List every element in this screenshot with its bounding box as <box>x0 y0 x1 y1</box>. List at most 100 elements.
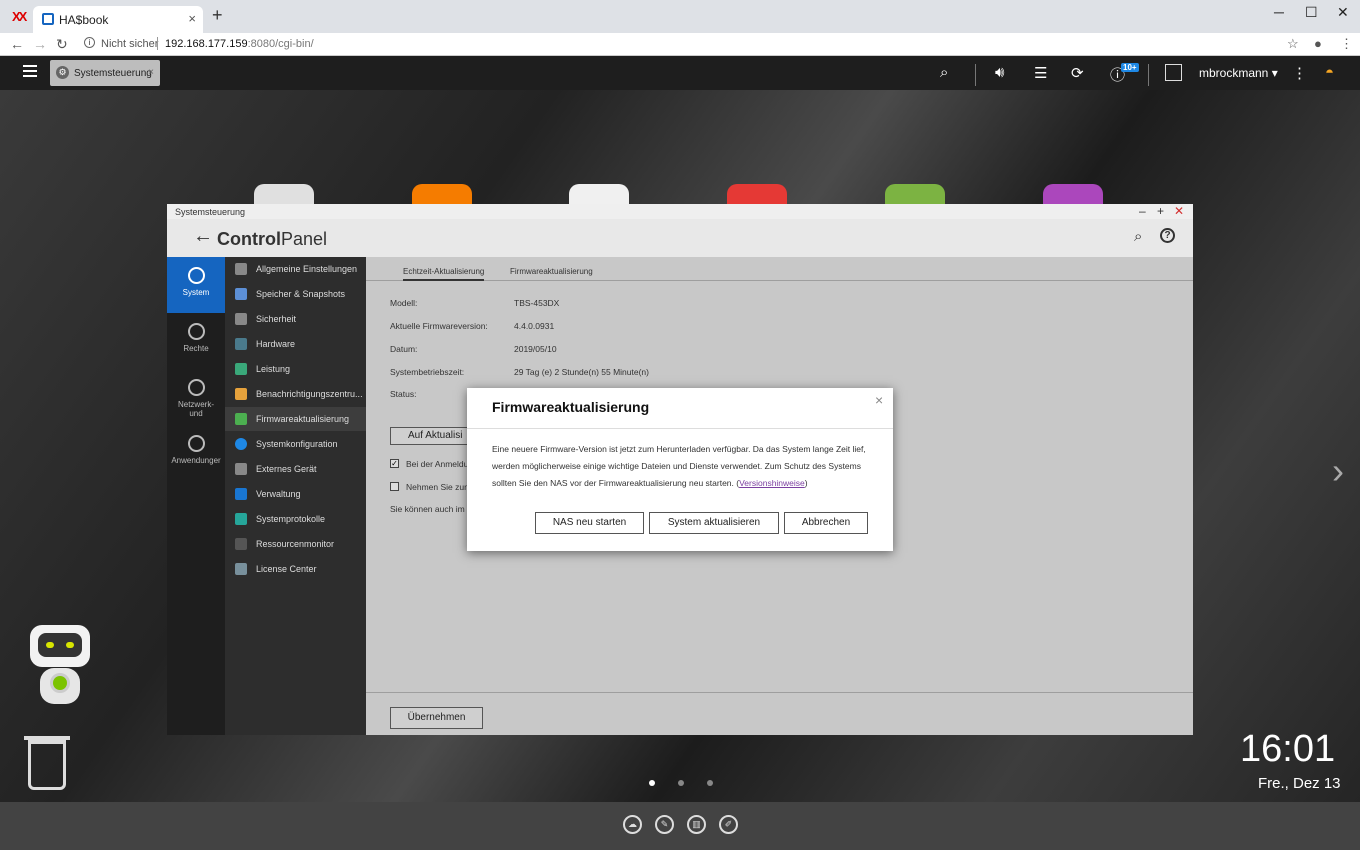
external-device-icon <box>235 463 247 475</box>
help-icon[interactable]: ? <box>1160 228 1175 243</box>
participate-checkbox[interactable] <box>390 482 399 491</box>
sync-icon[interactable]: ⟳ <box>1071 64 1084 82</box>
nav-applications[interactable]: Anwendunger <box>167 425 225 481</box>
menu-item-label: Verwaltung <box>256 489 301 499</box>
update-system-button[interactable]: System aktualisieren <box>649 512 779 534</box>
menu-item[interactable]: Benachrichtigungszentru... <box>225 382 366 406</box>
forward-arrow-icon[interactable]: → <box>33 36 47 52</box>
page-dot[interactable] <box>707 780 713 786</box>
menu-item[interactable]: Externes Gerät <box>225 457 366 481</box>
menu-item-label: Systemprotokolle <box>256 514 326 524</box>
notification-count-badge: 10+ <box>1121 63 1139 72</box>
dialog-close-icon[interactable]: × <box>875 392 883 408</box>
back-arrow-icon[interactable]: ← <box>193 225 213 248</box>
page-dot[interactable] <box>678 780 684 786</box>
robot-core <box>50 673 70 693</box>
tab-firmware-update[interactable]: Firmwareaktualisierung <box>510 267 593 276</box>
url-field[interactable]: 192.168.177.159:8080/cgi-bin/ <box>165 38 314 50</box>
notification-icon <box>235 388 247 400</box>
info-label: Aktuelle Firmwareversion: <box>390 321 488 331</box>
nav-network[interactable]: Netzwerk- und <box>167 369 225 425</box>
menu-item-label: Ressourcenmonitor <box>256 539 335 549</box>
browser-menu-icon[interactable]: ⋮ <box>1340 36 1353 52</box>
menu-item[interactable]: License Center <box>225 557 366 581</box>
general-settings-icon <box>235 263 247 275</box>
checkbox-label: Bei der Anmeldu <box>406 459 469 469</box>
menu-item[interactable]: Systemprotokolle <box>225 507 366 531</box>
dashboard-gauge-icon[interactable]: ◓ <box>1325 64 1334 81</box>
nav-system[interactable]: System <box>167 257 225 313</box>
menu-item[interactable]: Allgemeine Einstellungen <box>225 257 366 281</box>
username-menu[interactable]: mbrockmann ▾ <box>1199 66 1278 80</box>
dialog-title: Firmwareaktualisierung <box>492 399 650 415</box>
maximize-window-button[interactable]: ☐ <box>1305 4 1318 21</box>
profile-icon[interactable]: ● <box>1314 36 1322 51</box>
info-label: Datum: <box>390 344 418 354</box>
window-maximize-button[interactable]: + <box>1157 204 1164 218</box>
url-host: 192.168.177.159 <box>165 38 248 50</box>
info-icon[interactable]: i <box>84 37 95 48</box>
menu-item[interactable]: Systemkonfiguration <box>225 432 366 456</box>
menu-item[interactable]: Hardware <box>225 332 366 356</box>
gear-icon: ⚙ <box>56 66 69 79</box>
browser-logo-icon[interactable]: XX <box>12 9 27 24</box>
auto-check-checkbox[interactable]: ✓ <box>390 459 399 468</box>
new-tab-button[interactable]: + <box>212 5 223 26</box>
star-icon[interactable]: ☆ <box>1287 36 1299 52</box>
gear-icon <box>187 267 205 284</box>
more-options-icon[interactable]: ⋮ <box>1292 64 1307 82</box>
menu-item[interactable]: Verwaltung <box>225 482 366 506</box>
nav-label: Anwendunger <box>171 456 221 465</box>
minimize-window-button[interactable]: ─ <box>1274 4 1284 20</box>
user-icon[interactable] <box>1165 64 1182 81</box>
apply-button[interactable]: Übernehmen <box>390 707 483 729</box>
trash-icon[interactable] <box>28 740 66 790</box>
release-notes-link[interactable]: Versionshinweise <box>739 478 805 488</box>
menu-item-label: Hardware <box>256 339 296 349</box>
nav-privileges[interactable]: Rechte <box>167 313 225 369</box>
main-menu-icon[interactable] <box>23 65 37 80</box>
divider <box>975 64 976 86</box>
title-bold: Control <box>217 229 281 249</box>
log-icon <box>235 513 247 525</box>
reload-icon[interactable]: ↻ <box>56 36 68 53</box>
app-tab-systemsteuerung[interactable]: ⚙ Systemsteuerung × <box>50 60 160 86</box>
url-path: :8080/cgi-bin/ <box>247 38 314 50</box>
resource-monitor-icon <box>235 538 247 550</box>
menu-item-label: Externes Gerät <box>256 464 317 474</box>
restart-nas-button[interactable]: NAS neu starten <box>535 512 644 534</box>
next-page-arrow-icon[interactable]: › <box>1332 450 1344 492</box>
close-app-tab-icon[interactable]: × <box>148 67 154 78</box>
window-close-button[interactable]: ✕ <box>1174 204 1184 218</box>
close-tab-icon[interactable]: × <box>188 11 196 26</box>
tasks-stack-icon[interactable]: ☰ <box>1034 64 1047 82</box>
edit-note-icon[interactable]: ✐ <box>719 815 738 834</box>
search-icon[interactable]: ⌕ <box>940 64 948 81</box>
volume-icon[interactable]: 🔊︎ <box>995 64 1004 81</box>
menu-item[interactable]: Speicher & Snapshots <box>225 282 366 306</box>
info-value: TBS-453DX <box>514 298 560 308</box>
cloud-icon[interactable]: ☁ <box>623 815 642 834</box>
search-icon[interactable]: ⌕ <box>1134 228 1142 245</box>
menu-item-active[interactable]: Firmwareaktualisierung <box>225 407 366 431</box>
window-title-bar[interactable]: Systemsteuerung ‒ + ✕ <box>167 204 1193 219</box>
book-icon[interactable]: ▥ <box>687 815 706 834</box>
page-dot-active[interactable] <box>649 780 655 786</box>
menu-item-label: Firmwareaktualisierung <box>256 414 350 424</box>
window-minimize-button[interactable]: ‒ <box>1139 204 1146 218</box>
back-arrow-icon[interactable]: ← <box>10 36 24 52</box>
tab-realtime-update[interactable]: Echtzeit-Aktualisierung <box>403 267 485 281</box>
note-text: Sie können auch im <box>390 504 465 514</box>
firmware-update-dialog: Firmwareaktualisierung × Eine neuere Fir… <box>467 388 893 551</box>
content-footer: Übernehmen <box>366 692 1193 735</box>
cancel-button[interactable]: Abbrechen <box>784 512 868 534</box>
browser-tab[interactable]: HA$book × <box>33 6 203 33</box>
lock-icon <box>235 313 247 325</box>
security-label[interactable]: Nicht sicher <box>101 38 158 50</box>
menu-item[interactable]: Sicherheit <box>225 307 366 331</box>
menu-item[interactable]: Ressourcenmonitor <box>225 532 366 556</box>
bottom-dock <box>0 802 1360 850</box>
tools-icon[interactable]: ✎ <box>655 815 674 834</box>
close-window-button[interactable]: ✕ <box>1337 4 1349 21</box>
menu-item[interactable]: Leistung <box>225 357 366 381</box>
